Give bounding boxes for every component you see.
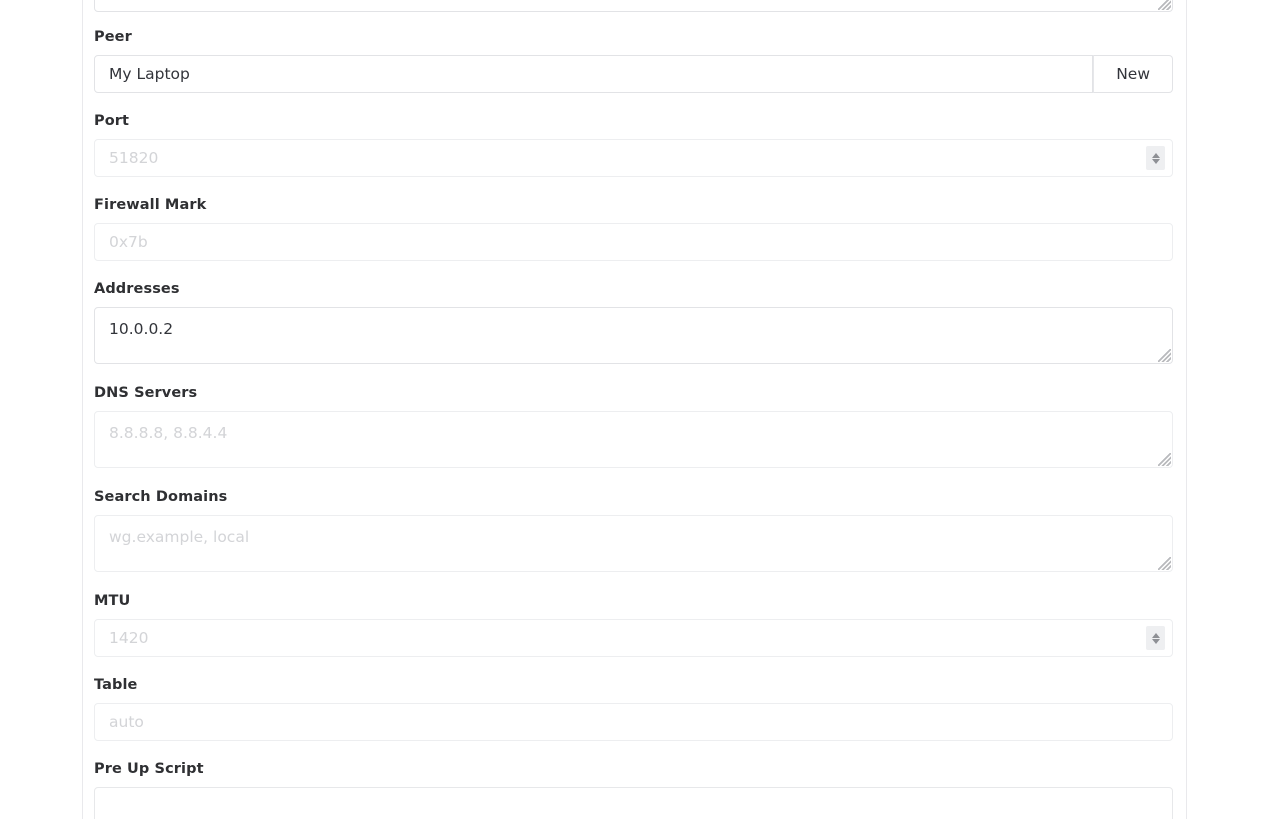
resize-grip-icon[interactable]: [1158, 453, 1171, 466]
container-right-border: [1186, 0, 1187, 819]
port-input-wrap: [94, 139, 1173, 177]
field-pre-up-script: Pre Up Script: [94, 760, 1173, 819]
label-firewall-mark: Firewall Mark: [94, 197, 207, 213]
previous-field-textarea[interactable]: [94, 0, 1173, 12]
mtu-input[interactable]: [94, 619, 1173, 657]
addresses-textarea[interactable]: 10.0.0.2: [94, 307, 1173, 364]
field-table: Table: [94, 676, 1173, 741]
chevron-down-icon[interactable]: [1151, 638, 1160, 644]
field-port: Port: [94, 112, 1173, 177]
chevron-up-icon[interactable]: [1151, 632, 1160, 638]
label-mtu: MTU: [94, 593, 131, 609]
table-input[interactable]: [94, 703, 1173, 741]
resize-grip-icon[interactable]: [1158, 0, 1171, 10]
dns-servers-textarea[interactable]: 8.8.8.8, 8.8.4.4: [94, 411, 1173, 468]
field-mtu: MTU: [94, 592, 1173, 657]
mtu-input-wrap: [94, 619, 1173, 657]
field-dns-servers: DNS Servers 8.8.8.8, 8.8.4.4: [94, 384, 1173, 468]
field-firewall-mark: Firewall Mark: [94, 196, 1173, 261]
label-addresses: Addresses: [94, 281, 180, 297]
search-domains-textarea[interactable]: wg.example, local: [94, 515, 1173, 572]
pre-up-script-textarea[interactable]: [94, 787, 1173, 819]
peer-new-button[interactable]: New: [1093, 55, 1173, 93]
chevron-down-icon[interactable]: [1151, 158, 1160, 164]
mtu-stepper[interactable]: [1146, 626, 1165, 650]
label-peer: Peer: [94, 29, 132, 45]
resize-grip-icon[interactable]: [1158, 557, 1171, 570]
field-search-domains: Search Domains wg.example, local: [94, 488, 1173, 572]
port-input[interactable]: [94, 139, 1173, 177]
chevron-up-icon[interactable]: [1151, 152, 1160, 158]
port-stepper[interactable]: [1146, 146, 1165, 170]
dns-servers-placeholder: 8.8.8.8, 8.8.4.4: [109, 424, 228, 442]
container-left-border: [82, 0, 83, 819]
peer-input-group: New: [94, 55, 1173, 93]
label-port: Port: [94, 113, 130, 129]
peer-input[interactable]: [94, 55, 1094, 93]
label-search-domains: Search Domains: [94, 489, 228, 505]
field-addresses: Addresses 10.0.0.2: [94, 280, 1173, 364]
addresses-value: 10.0.0.2: [109, 320, 174, 338]
field-peer: Peer New: [94, 28, 1173, 93]
label-dns-servers: DNS Servers: [94, 385, 198, 401]
firewall-mark-input[interactable]: [94, 223, 1173, 261]
config-form-page: Peer New Port Firewall Mark Addre: [0, 0, 1268, 819]
label-table: Table: [94, 677, 138, 693]
resize-grip-icon[interactable]: [1158, 349, 1171, 362]
label-pre-up-script: Pre Up Script: [94, 761, 204, 777]
search-domains-placeholder: wg.example, local: [109, 528, 250, 546]
